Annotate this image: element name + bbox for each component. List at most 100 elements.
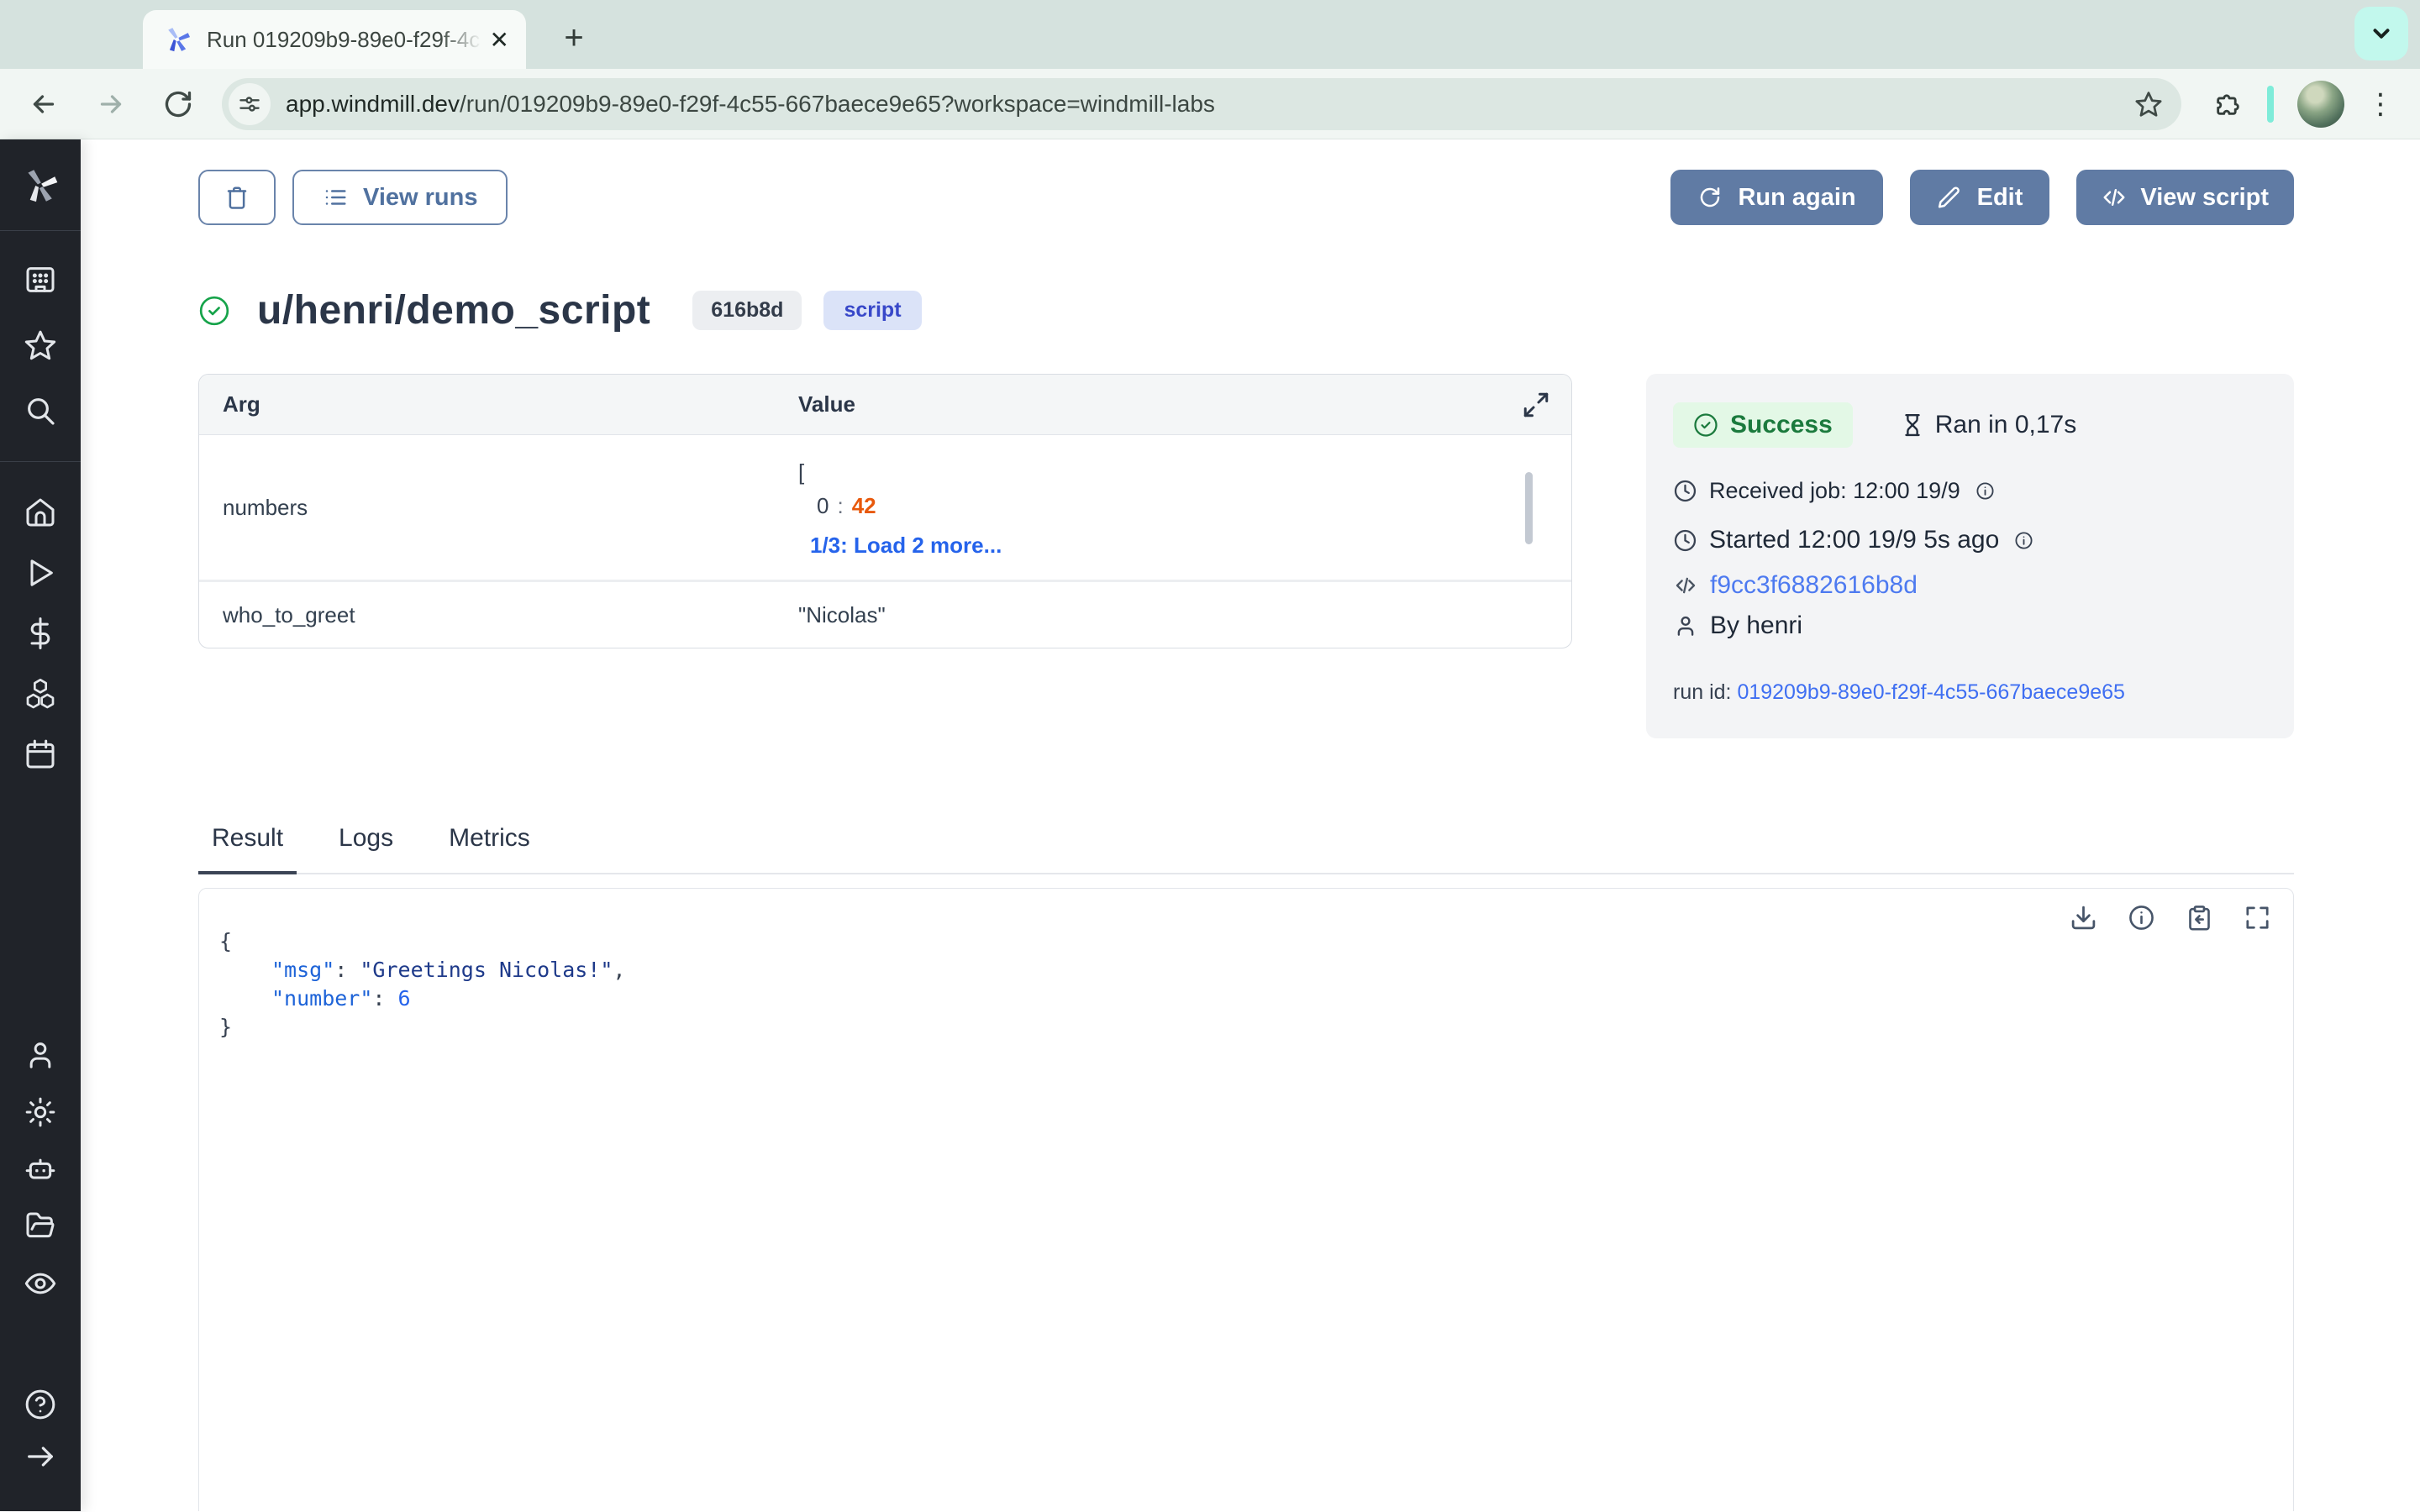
args-table-header: Arg Value [199, 375, 1571, 435]
expand-sidebar-icon[interactable] [24, 1440, 57, 1473]
expand-args-icon[interactable] [1521, 390, 1551, 420]
chrome-profile-chevron-button[interactable] [2354, 7, 2408, 60]
browser-tabstrip: Run 019209b9-89e0-f29f-4c ✕ + [0, 0, 2420, 69]
tune-icon [238, 92, 261, 116]
value-scrollbar[interactable] [1525, 472, 1533, 544]
check-circle-icon [1693, 412, 1718, 438]
success-check-icon [198, 295, 230, 327]
sidebar-item-apps[interactable] [24, 263, 57, 297]
arg-value: "Nicolas" [775, 602, 1571, 628]
browser-toolbar: app.windmill.dev/run/019209b9-89e0-f29f-… [0, 69, 2420, 139]
address-bar[interactable]: app.windmill.dev/run/019209b9-89e0-f29f-… [222, 78, 2181, 130]
main-content: View runs Run again Edit View script [81, 139, 2420, 1511]
sidebar-divider [0, 230, 81, 231]
status-badge: Success [1673, 402, 1853, 448]
args-table: Arg Value numbers [ 0:42 1/3: Load 2 mor… [198, 374, 1572, 648]
info-icon[interactable] [1975, 481, 1995, 501]
browser-tab[interactable]: Run 019209b9-89e0-f29f-4c ✕ [143, 10, 526, 69]
view-script-button[interactable]: View script [2076, 170, 2294, 225]
search-icon[interactable] [24, 394, 57, 428]
status-panel: Success Ran in 0,17s Received job: 12:00… [1646, 374, 2294, 738]
sidebar [0, 139, 81, 1511]
extensions-icon[interactable] [2213, 90, 2242, 118]
run-id-label: run id: [1673, 680, 1731, 704]
script-type-badge: script [823, 291, 921, 330]
author-label: By henri [1710, 612, 1802, 640]
result-panel: { "msg": "Greetings Nicolas!", "number":… [198, 888, 2294, 1511]
arg-value-json: [ 0:42 1/3: Load 2 more... [775, 435, 1571, 580]
tab-logs[interactable]: Logs [325, 824, 407, 873]
hourglass-icon [1900, 412, 1925, 438]
pencil-icon [1937, 185, 1962, 210]
json-bracket[interactable]: [ [798, 455, 1571, 489]
download-icon[interactable] [2070, 904, 2097, 932]
result-json[interactable]: { "msg": "Greetings Nicolas!", "number":… [199, 889, 2293, 1042]
arg-column-header: Arg [199, 391, 775, 417]
back-icon[interactable] [29, 89, 59, 119]
page-title: u/henri/demo_script [257, 287, 650, 333]
eye-icon[interactable] [24, 1267, 57, 1300]
sidebar-item-schedules[interactable] [24, 738, 57, 771]
sidebar-item-resources[interactable] [24, 677, 57, 711]
avatar[interactable] [2297, 81, 2344, 128]
folder-icon[interactable] [24, 1210, 57, 1243]
run-again-button[interactable]: Run again [1670, 170, 1882, 225]
tab-result[interactable]: Result [198, 824, 297, 873]
result-tabs: Result Logs Metrics [198, 824, 2294, 874]
bookmark-star-icon[interactable] [2134, 90, 2163, 118]
sidebar-item-variables[interactable] [24, 617, 57, 650]
refresh-icon [1697, 185, 1723, 210]
started-label: Started 12:00 19/9 5s ago [1709, 526, 1999, 554]
json-number-value: 42 [852, 493, 876, 518]
started-line: Started 12:00 19/9 5s ago [1673, 526, 2267, 554]
json-open-brace: { [219, 927, 2293, 956]
sidebar-item-runs[interactable] [24, 556, 57, 590]
run-duration: Ran in 0,17s [1900, 411, 2076, 439]
windmill-logo-icon[interactable] [21, 166, 60, 205]
script-hash-badge[interactable]: 616b8d [692, 291, 802, 330]
tab-metrics[interactable]: Metrics [435, 824, 544, 873]
run-header: u/henri/demo_script 616b8d script [198, 287, 2294, 333]
json-index: 0 [817, 493, 829, 518]
url-domain: app.windmill.dev [286, 91, 460, 117]
json-close-brace: } [219, 1013, 2293, 1042]
browser-menu-icon[interactable]: ⋮ [2366, 90, 2395, 118]
tab-close-icon[interactable]: ✕ [490, 26, 509, 54]
view-runs-label: View runs [363, 184, 477, 212]
gear-icon[interactable] [24, 1095, 57, 1129]
value-column-header: Value [775, 391, 1571, 417]
plus-icon: + [564, 19, 583, 57]
author-line: By henri [1673, 612, 2267, 640]
script-hash-link[interactable]: f9cc3f6882616b8d [1710, 571, 1918, 600]
fullscreen-icon[interactable] [2244, 904, 2271, 932]
sidebar-item-favorites[interactable] [24, 328, 57, 362]
reload-icon[interactable] [163, 89, 193, 119]
run-id-link[interactable]: 019209b9-89e0-f29f-4c55-667baece9e65 [1737, 680, 2125, 704]
site-settings-button[interactable] [229, 83, 271, 125]
table-row: numbers [ 0:42 1/3: Load 2 more... [199, 435, 1571, 582]
load-more-link[interactable]: 1/3: Load 2 more... [810, 533, 1002, 559]
received-line: Received job: 12:00 19/9 [1673, 478, 2267, 504]
code-icon [1673, 573, 1698, 598]
info-icon[interactable] [2128, 904, 2155, 932]
received-label: Received job: 12:00 19/9 [1709, 478, 1960, 504]
clock-icon [1673, 528, 1697, 553]
help-icon[interactable] [24, 1388, 57, 1421]
delete-run-button[interactable] [198, 170, 276, 225]
sidebar-divider [0, 461, 81, 462]
edit-button[interactable]: Edit [1910, 170, 2050, 225]
view-runs-button[interactable]: View runs [292, 170, 508, 225]
new-tab-button[interactable]: + [548, 12, 600, 64]
trash-icon [224, 185, 250, 210]
script-hash-line: f9cc3f6882616b8d [1673, 571, 2267, 600]
copy-to-clipboard-icon[interactable] [2186, 904, 2213, 932]
url-path: /run/019209b9-89e0-f29f-4c55-667baece9e6… [460, 91, 1215, 117]
sidebar-item-users[interactable] [24, 1038, 57, 1072]
user-icon [1673, 613, 1698, 638]
sidebar-item-home[interactable] [24, 496, 57, 529]
sidebar-item-workers[interactable] [24, 1152, 57, 1186]
url-text[interactable]: app.windmill.dev/run/019209b9-89e0-f29f-… [286, 91, 2134, 118]
windmill-favicon [163, 25, 192, 54]
tab-title: Run 019209b9-89e0-f29f-4c [207, 27, 481, 53]
info-icon[interactable] [2014, 531, 2033, 550]
